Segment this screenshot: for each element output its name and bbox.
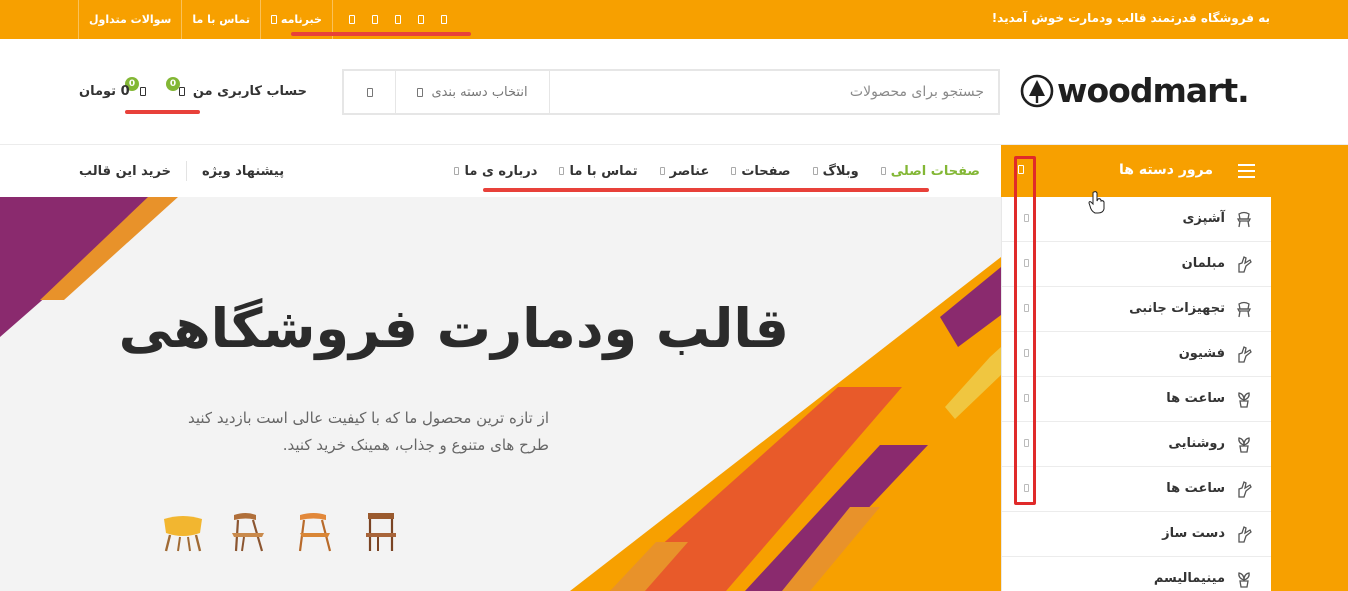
my-account-link[interactable]: حساب کاربری من xyxy=(193,84,307,99)
site-logo[interactable]: woodmart. xyxy=(1020,71,1250,110)
category-item[interactable]: ساعت ها xyxy=(1002,377,1271,422)
hero-background-shapes xyxy=(0,197,1001,591)
menu-about-label: درباره ی ما xyxy=(464,163,538,179)
annotation-box-arrows xyxy=(1014,156,1036,505)
chair-icon xyxy=(1236,301,1252,318)
hero-title: قالب ودمارت فروشگاهی xyxy=(118,297,790,360)
cart-total[interactable]: 0 تومان xyxy=(79,84,130,99)
instagram-icon[interactable] xyxy=(394,15,401,24)
hand-icon xyxy=(1238,346,1252,363)
search-icon xyxy=(366,87,373,97)
contact-link[interactable]: تماس با ما xyxy=(182,0,262,39)
category-item[interactable]: تجهیزات جانبی xyxy=(1002,287,1271,332)
hero-banner: قالب ودمارت فروشگاهی از تازه ترین محصول … xyxy=(0,197,1001,591)
chair-icon xyxy=(1236,211,1252,228)
category-item[interactable]: مینیمالیسم xyxy=(1002,557,1271,591)
search-button[interactable] xyxy=(344,71,396,113)
hand-cursor-icon xyxy=(1088,191,1105,214)
category-item-label: آشپزی xyxy=(1182,211,1225,226)
logo-text: woodmart. xyxy=(1057,71,1250,110)
wishlist-icon[interactable] xyxy=(179,87,185,96)
browse-categories-button[interactable]: مرور دسته ها xyxy=(1001,145,1271,197)
category-item[interactable]: روشنایی xyxy=(1002,422,1271,467)
site-header: woodmart. انتخاب دسته بندی حساب کاربری م… xyxy=(0,39,1348,145)
category-item-label: ساعت ها xyxy=(1166,391,1225,406)
menu-pages[interactable]: صفحات xyxy=(731,163,791,179)
menu-icon xyxy=(1238,164,1255,178)
facebook-icon[interactable] xyxy=(348,15,355,24)
chevron-down-icon xyxy=(812,167,818,175)
annotation-underline-social xyxy=(291,32,471,36)
chevron-down-icon xyxy=(417,87,424,97)
plant-icon xyxy=(1238,437,1250,453)
chevron-down-icon xyxy=(659,167,665,175)
category-item[interactable]: دست ساز xyxy=(1002,512,1271,557)
orange-chair-image[interactable] xyxy=(292,509,338,553)
wishlist-count-badge: 0 xyxy=(166,77,180,91)
welcome-text: به فروشگاه قدرتمند قالب ودمارت خوش آمدید… xyxy=(991,11,1270,25)
search-input[interactable] xyxy=(550,71,998,113)
chevron-down-icon xyxy=(559,167,565,175)
menu-pages-label: صفحات xyxy=(741,163,791,179)
browse-categories-title: مرور دسته ها xyxy=(1118,162,1213,178)
hand-icon xyxy=(1238,256,1252,273)
right-accent-strip xyxy=(1271,145,1348,591)
special-offer-link[interactable]: پیشنهاد ویژه xyxy=(202,164,284,179)
menu-home-label: صفحات اصلی xyxy=(890,163,980,179)
youtube-icon[interactable] xyxy=(440,15,447,24)
nav-right-links: خرید این قالب پیشنهاد ویژه xyxy=(79,145,284,197)
hand-icon xyxy=(1238,526,1252,543)
brown-chair-image[interactable] xyxy=(358,509,404,553)
menu-about[interactable]: درباره ی ما xyxy=(454,164,537,179)
annotation-underline-menu xyxy=(483,188,929,192)
plant-icon xyxy=(1238,572,1250,588)
category-item-label: مبلمان xyxy=(1181,256,1225,271)
category-item-label: ساعت ها xyxy=(1166,481,1225,496)
menu-elements[interactable]: عناصر xyxy=(659,163,710,179)
category-select[interactable]: انتخاب دسته بندی xyxy=(396,71,550,113)
chevron-down-icon xyxy=(880,167,886,175)
menu-blog-label: وبلاگ xyxy=(822,163,859,179)
plant-icon xyxy=(1238,392,1250,408)
category-item[interactable]: ساعت ها xyxy=(1002,467,1271,512)
hero-subtitle: از تازه ترین محصول ما که با کیفیت عالی ا… xyxy=(187,409,549,454)
menu-blog[interactable]: وبلاگ xyxy=(812,163,859,179)
category-item-label: فشیون xyxy=(1178,346,1225,361)
tree-logo-icon xyxy=(1020,74,1054,107)
pinterest-icon[interactable] xyxy=(417,15,424,24)
hand-icon xyxy=(1238,481,1252,498)
category-item-label: دست ساز xyxy=(1162,526,1225,541)
menu-contact[interactable]: تماس با ما xyxy=(559,163,638,179)
buy-theme-link[interactable]: خرید این قالب xyxy=(79,164,171,179)
cart-icon[interactable] xyxy=(140,87,146,96)
category-item-label: مینیمالیسم xyxy=(1153,571,1225,586)
nav-divider xyxy=(185,161,187,181)
search-form: انتخاب دسته بندی xyxy=(342,69,1000,115)
newsletter-icon xyxy=(271,15,278,24)
category-item-label: تجهیزات جانبی xyxy=(1129,301,1225,316)
category-select-label: انتخاب دسته بندی xyxy=(431,84,528,100)
chevron-down-icon xyxy=(731,167,737,175)
chair-thumbnails xyxy=(160,509,404,553)
yellow-chair-image[interactable] xyxy=(160,509,206,553)
category-item[interactable]: آشپزی xyxy=(1002,197,1271,242)
newsletter-label: خبرنامه xyxy=(280,13,322,26)
twitter-icon[interactable] xyxy=(371,15,378,24)
category-sidebar: آشپزی مبلمان تجهیزات جانبی فشیون ساعت ها روشن… xyxy=(1001,197,1271,591)
top-bar: به فروشگاه قدرتمند قالب ودمارت خوش آمدید… xyxy=(0,0,1348,39)
category-item-label: روشنایی xyxy=(1168,436,1225,451)
faq-link[interactable]: سوالات متداول xyxy=(78,0,183,39)
menu-elements-label: عناصر xyxy=(669,163,710,179)
chevron-down-icon xyxy=(454,167,460,175)
wood-chair-image[interactable] xyxy=(226,509,272,553)
category-item[interactable]: مبلمان xyxy=(1002,242,1271,287)
annotation-underline-cart xyxy=(125,110,200,114)
category-item[interactable]: فشیون xyxy=(1002,332,1271,377)
menu-contact-label: تماس با ما xyxy=(569,163,638,179)
menu-home[interactable]: صفحات اصلی xyxy=(880,163,980,179)
